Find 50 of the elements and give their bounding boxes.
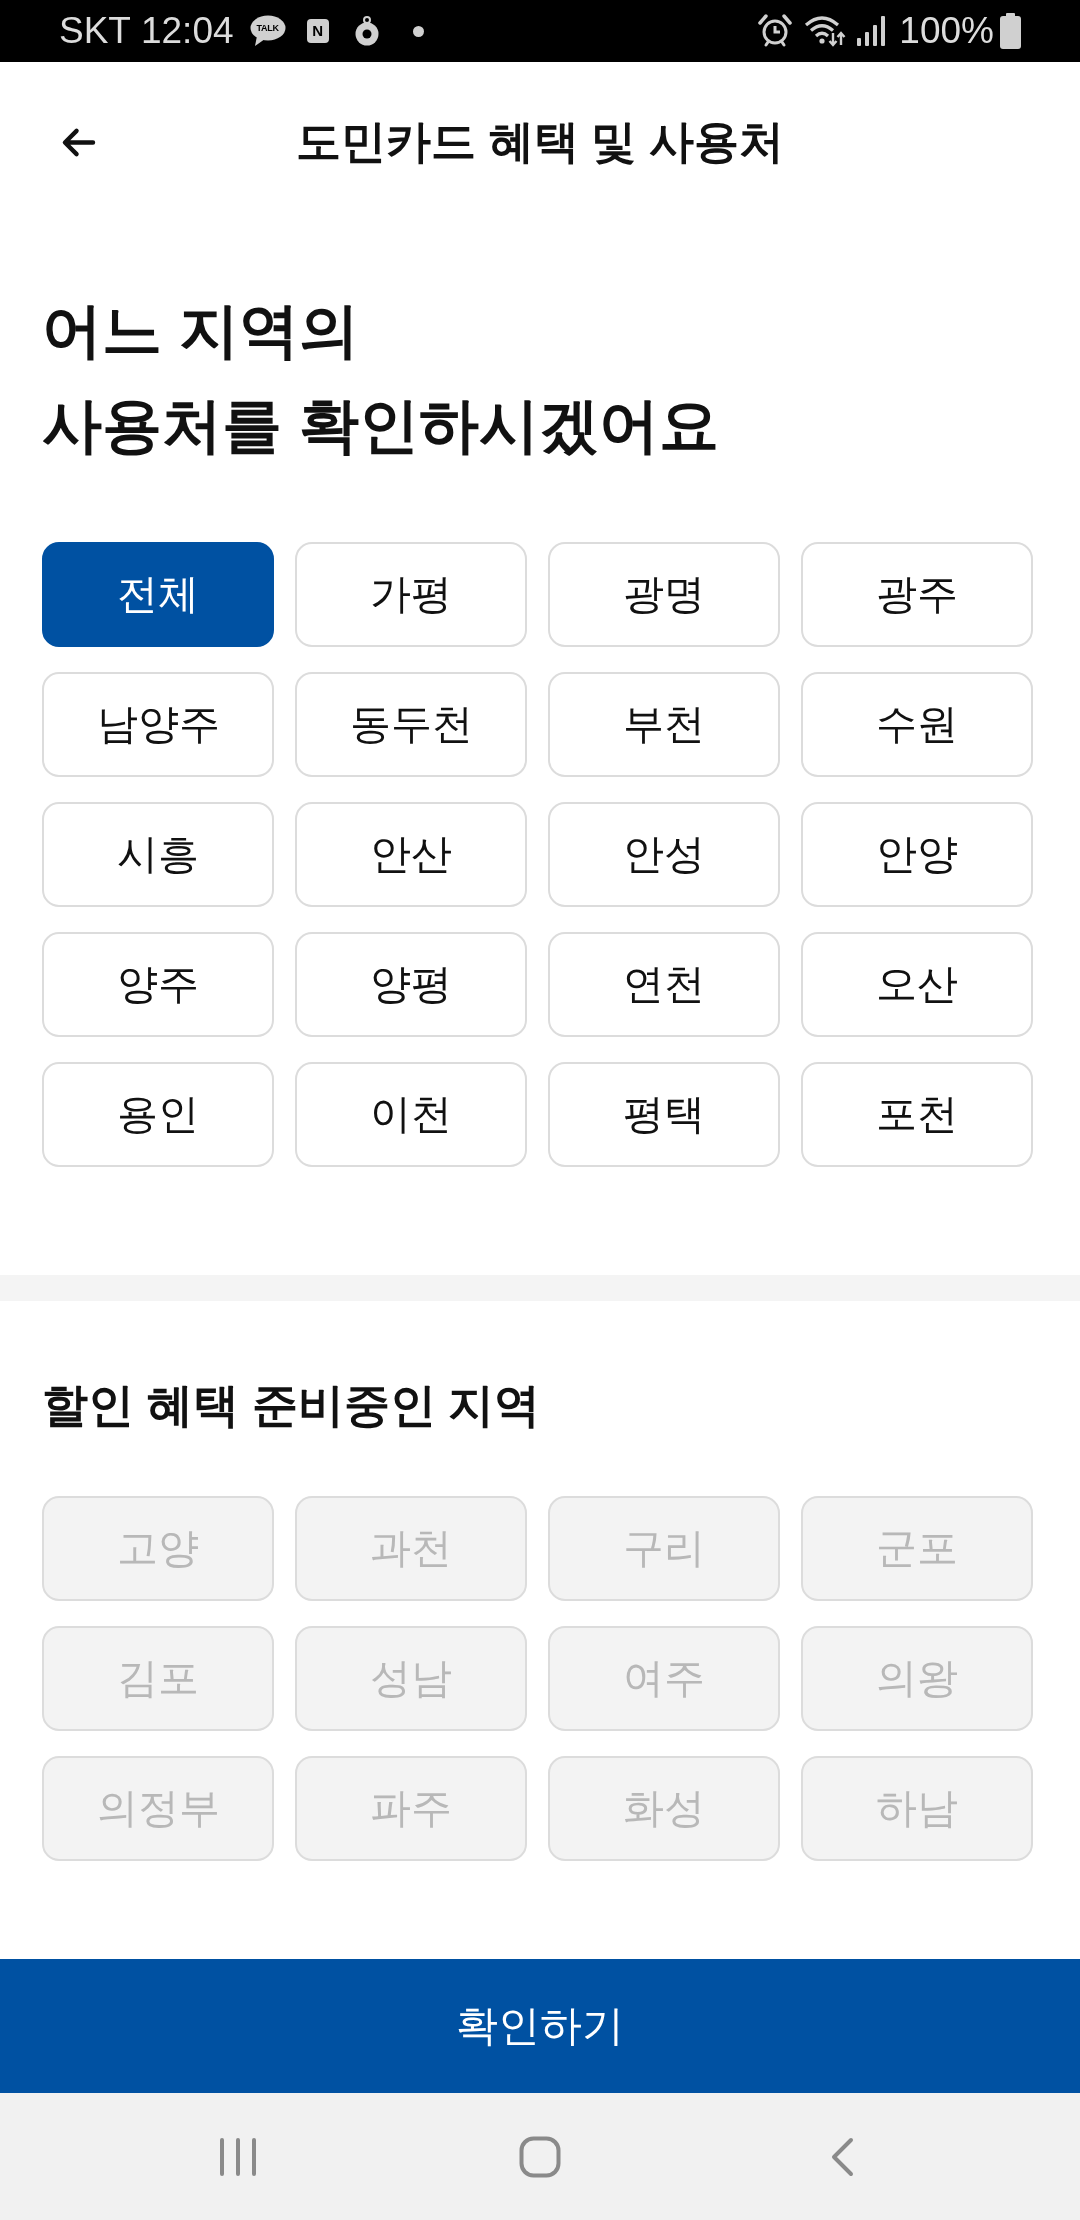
- wifi-icon: [804, 15, 847, 47]
- region-chip[interactable]: 안산: [295, 802, 527, 907]
- region-question-heading: 어느 지역의 사용처를 확인하시겠어요: [42, 296, 719, 461]
- region-chip: 고양: [42, 1496, 274, 1601]
- region-chip: 파주: [295, 1756, 527, 1861]
- region-chip: 구리: [548, 1496, 780, 1601]
- region-chip[interactable]: 용인: [42, 1062, 274, 1167]
- region-chip[interactable]: 수원: [801, 672, 1033, 777]
- region-chip[interactable]: 전체: [42, 542, 274, 647]
- page-title: 도민카드 혜택 및 사용처: [296, 115, 784, 169]
- status-time: 12:04: [140, 10, 234, 52]
- alarm-clock-icon: [758, 14, 793, 48]
- region-chip[interactable]: 광명: [548, 542, 780, 647]
- region-chip: 김포: [42, 1626, 274, 1731]
- region-chip[interactable]: 연천: [548, 932, 780, 1037]
- region-chip[interactable]: 안성: [548, 802, 780, 907]
- battery-icon: [1000, 13, 1021, 49]
- letter-badge-icon: N: [306, 19, 329, 43]
- battery-percent: 100%: [899, 10, 994, 52]
- region-chip: 하남: [801, 1756, 1033, 1861]
- section-title: 할인 혜택 준비중인 지역: [42, 1378, 541, 1433]
- region-chip: 과천: [295, 1496, 527, 1601]
- back-arrow-icon[interactable]: [61, 126, 96, 158]
- region-chip[interactable]: 남양주: [42, 672, 274, 777]
- dot-icon: [412, 25, 424, 37]
- region-chip[interactable]: 시흥: [42, 802, 274, 907]
- region-chip[interactable]: 양주: [42, 932, 274, 1037]
- signal-bars-icon: [857, 16, 886, 46]
- region-chip[interactable]: 동두천: [295, 672, 527, 777]
- region-chip[interactable]: 이천: [295, 1062, 527, 1167]
- back-chevron-icon[interactable]: [830, 2136, 854, 2177]
- region-chip[interactable]: 부천: [548, 672, 780, 777]
- recent-apps-icon[interactable]: [219, 2136, 257, 2177]
- region-chip: 여주: [548, 1626, 780, 1731]
- region-chip[interactable]: 광주: [801, 542, 1033, 647]
- region-chip: 화성: [548, 1756, 780, 1861]
- region-chip: 성남: [295, 1626, 527, 1731]
- region-chip[interactable]: 가평: [295, 542, 527, 647]
- region-chip[interactable]: 안양: [801, 802, 1033, 907]
- carrier-name: SKT: [59, 10, 131, 52]
- region-chip[interactable]: 양평: [295, 932, 527, 1037]
- home-icon[interactable]: [519, 2135, 561, 2178]
- region-chip[interactable]: 평택: [548, 1062, 780, 1167]
- region-chip: 의왕: [801, 1626, 1033, 1731]
- confirm-button[interactable]: 확인하기: [0, 1959, 1080, 2093]
- region-chip: 의정부: [42, 1756, 274, 1861]
- stopwatch-icon: [353, 16, 380, 46]
- region-chip: 군포: [801, 1496, 1033, 1601]
- region-chip[interactable]: 오산: [801, 932, 1033, 1037]
- region-chip[interactable]: 포천: [801, 1062, 1033, 1167]
